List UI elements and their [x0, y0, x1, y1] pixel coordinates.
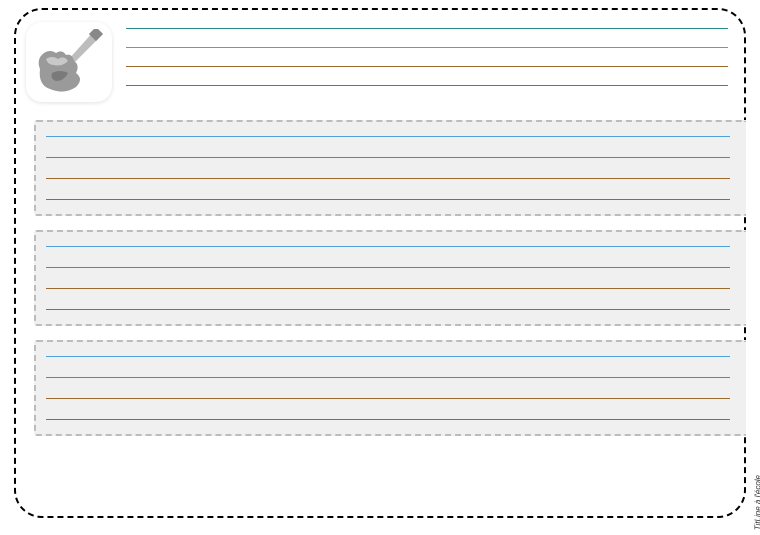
practice-line: [46, 309, 730, 310]
practice-line: [46, 267, 730, 268]
worksheet-page: [14, 8, 746, 518]
practice-line: [46, 136, 730, 137]
practice-line: [46, 356, 730, 357]
guide-line: [126, 85, 728, 86]
guide-line: [126, 66, 728, 67]
practice-line: [46, 288, 730, 289]
practice-line: [46, 377, 730, 378]
practice-block: [34, 120, 746, 216]
hand-writing-icon: [26, 22, 112, 102]
practice-line: [46, 178, 730, 179]
practice-line: [46, 246, 730, 247]
header-row: [16, 22, 744, 106]
practice-block: [34, 340, 746, 436]
practice-block: [34, 230, 746, 326]
guide-line: [126, 47, 728, 48]
practice-line: [46, 398, 730, 399]
practice-line: [46, 419, 730, 420]
practice-line: [46, 157, 730, 158]
credit-text: TitLine à l'école: [753, 475, 760, 530]
header-guide-lines: [126, 22, 728, 86]
guide-line: [126, 28, 728, 29]
practice-line: [46, 199, 730, 200]
pencil-hand-svg: [34, 29, 104, 95]
